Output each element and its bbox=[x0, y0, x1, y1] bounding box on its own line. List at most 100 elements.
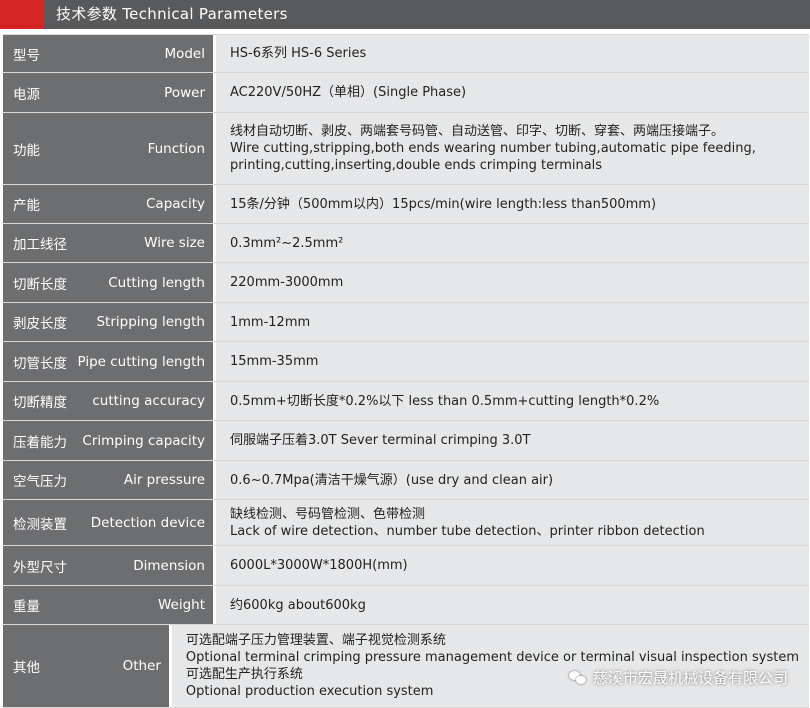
value-line: 6000L*3000W*1800H(mm) bbox=[230, 558, 408, 573]
label-zh: 电源 bbox=[13, 86, 40, 103]
label-zh: 其他 bbox=[13, 660, 40, 676]
row-value: 220mm-3000mm bbox=[216, 263, 809, 302]
label-en: Model bbox=[164, 45, 205, 62]
row-label: 电源 Power bbox=[3, 73, 216, 112]
row-label: 功能 Function bbox=[3, 113, 216, 184]
row-label: 切断长度 Cutting length bbox=[3, 263, 216, 302]
value-line: 0.3mm²~2.5mm² bbox=[230, 235, 344, 251]
label-en: Air pressure bbox=[123, 472, 205, 488]
table-row: 其他 Other 可选配端子压力管理装置、端子视觉检测系统 Optional term… bbox=[3, 624, 809, 708]
table-row: 重量 Weight 约600kg about600kg bbox=[3, 585, 809, 624]
row-label: 剥皮长度 Stripping length bbox=[3, 303, 216, 341]
label-en: cutting accuracy bbox=[92, 393, 205, 409]
row-label: 切管长度 Pipe cutting length bbox=[3, 342, 216, 381]
row-label: 加工线径 Wire size bbox=[3, 224, 216, 262]
row-value: 0.6~0.7Mpa(清洁干燥气源）(use dry and clean air… bbox=[216, 461, 809, 499]
label-en: Pipe cutting length bbox=[77, 353, 205, 370]
label-en: Stripping length bbox=[96, 314, 205, 330]
row-value: 线材自动切断、剥皮、两端套号码管、自动送管、印字、切断、穿套、两端压接端子。 Wi… bbox=[216, 113, 809, 184]
row-label: 压着能力 Crimping capacity bbox=[3, 421, 216, 460]
value-line: Wire cutting,stripping,both ends wearing… bbox=[230, 141, 756, 156]
row-value: AC220V/50HZ（单相）(Single Phase) bbox=[216, 73, 809, 112]
table-row: 剥皮长度 Stripping length 1mm-12mm bbox=[3, 302, 809, 341]
value-line: 线材自动切断、剥皮、两端套号码管、自动送管、印字、切断、穿套、两端压接端子。 bbox=[230, 124, 725, 139]
table-row: 功能 Function 线材自动切断、剥皮、两端套号码管、自动送管、印字、切断、穿套… bbox=[3, 112, 809, 184]
label-en: Crimping capacity bbox=[82, 432, 205, 449]
row-value: 0.3mm²~2.5mm² bbox=[216, 224, 809, 262]
label-zh: 切断长度 bbox=[13, 276, 67, 293]
label-en: Function bbox=[147, 140, 205, 157]
label-zh: 切管长度 bbox=[13, 355, 67, 372]
value-line: 约600kg about600kg bbox=[230, 597, 366, 613]
value-line: AC220V/50HZ（单相）(Single Phase) bbox=[230, 85, 467, 100]
label-en: Weight bbox=[157, 597, 205, 613]
label-zh: 压着能力 bbox=[13, 434, 67, 451]
label-en: Cutting length bbox=[108, 274, 205, 291]
value-line: HS-6系列 HS-6 Series bbox=[230, 46, 367, 61]
parameters-table: 型号 Model HS-6系列 HS-6 Series 电源 Power AC220V/5… bbox=[3, 34, 809, 708]
value-line: 缺线检测、号码管检测、色带检测 bbox=[230, 506, 426, 522]
row-label: 型号 Model bbox=[3, 35, 216, 72]
value-line: 15条/分钟（500mm以内）15pcs/min(wire length:les… bbox=[230, 196, 657, 212]
value-line: 1mm-12mm bbox=[230, 314, 311, 330]
table-row: 空气压力 Air pressure 0.6~0.7Mpa(清洁干燥气源）(use d… bbox=[3, 460, 809, 499]
row-value: 伺服端子压着3.0T Sever terminal crimping 3.0T bbox=[216, 421, 809, 460]
label-en: Power bbox=[164, 84, 205, 101]
row-label: 重量 Weight bbox=[3, 586, 216, 624]
value-line: 220mm-3000mm bbox=[230, 275, 344, 290]
row-label: 检测装置 Detection device bbox=[3, 500, 216, 545]
watermark: 慈溪市宏晟机械设备有限公司 bbox=[568, 667, 788, 688]
label-zh: 剥皮长度 bbox=[13, 316, 67, 332]
label-en: Capacity bbox=[146, 196, 205, 212]
watermark-text: 慈溪市宏晟机械设备有限公司 bbox=[592, 669, 788, 687]
value-line: Lack of wire detection、number tube detec… bbox=[230, 523, 705, 539]
label-en: Detection device bbox=[90, 514, 205, 531]
label-zh: 检测装置 bbox=[13, 516, 67, 533]
row-label: 空气压力 Air pressure bbox=[3, 461, 216, 499]
value-line: Optional terminal crimping pressure mana… bbox=[185, 650, 799, 665]
section-title: 技术参数 Technical Parameters bbox=[56, 5, 288, 23]
label-zh: 空气压力 bbox=[13, 474, 67, 490]
table-row: 压着能力 Crimping capacity 伺服端子压着3.0T Sever te… bbox=[3, 420, 809, 460]
row-label: 其他 Other bbox=[3, 625, 172, 707]
table-row: 外型尺寸 Dimension 6000L*3000W*1800H(mm) bbox=[3, 545, 809, 585]
label-en: Other bbox=[122, 658, 161, 674]
row-label: 切断精度 cutting accuracy bbox=[3, 382, 216, 420]
value-line: printing,cutting,inserting,double ends c… bbox=[230, 158, 603, 173]
label-zh: 产能 bbox=[13, 198, 40, 214]
table-row: 切断长度 Cutting length 220mm-3000mm bbox=[3, 262, 809, 302]
row-value: 6000L*3000W*1800H(mm) bbox=[216, 546, 809, 585]
table-row: 加工线径 Wire size 0.3mm²~2.5mm² bbox=[3, 223, 809, 262]
header-accent bbox=[0, 0, 44, 29]
row-label: 外型尺寸 Dimension bbox=[3, 546, 216, 585]
row-value: 1mm-12mm bbox=[216, 303, 809, 341]
label-zh: 外型尺寸 bbox=[13, 559, 67, 576]
row-value: 15mm-35mm bbox=[216, 342, 809, 381]
table-row: 电源 Power AC220V/50HZ（单相）(Single Phase) bbox=[3, 72, 809, 112]
value-line: 伺服端子压着3.0T Sever terminal crimping 3.0T bbox=[230, 433, 531, 448]
row-label: 产能 Capacity bbox=[3, 185, 216, 223]
value-line: 可选配端子压力管理装置、端子视觉检测系统 bbox=[185, 633, 446, 648]
wechat-icon bbox=[568, 670, 587, 685]
label-en: Dimension bbox=[133, 557, 205, 574]
row-value: HS-6系列 HS-6 Series bbox=[216, 35, 809, 72]
label-zh: 重量 bbox=[13, 599, 40, 615]
label-zh: 功能 bbox=[13, 142, 40, 159]
table-row: 切管长度 Pipe cutting length 15mm-35mm bbox=[3, 341, 809, 381]
row-value: 15条/分钟（500mm以内）15pcs/min(wire length:les… bbox=[216, 185, 809, 223]
table-row: 切断精度 cutting accuracy 0.5mm+切断长度*0.2%以下 le… bbox=[3, 381, 809, 420]
value-line: 0.5mm+切断长度*0.2%以下 less than 0.5mm+cuttin… bbox=[230, 393, 660, 409]
section-header: 技术参数 Technical Parameters bbox=[0, 0, 810, 29]
label-zh: 加工线径 bbox=[13, 237, 67, 253]
row-value: 可选配端子压力管理装置、端子视觉检测系统 Optional terminal cr… bbox=[171, 625, 809, 707]
label-zh: 型号 bbox=[13, 47, 40, 64]
row-value: 约600kg about600kg bbox=[216, 586, 809, 624]
value-line: 15mm-35mm bbox=[230, 354, 319, 369]
table-row: 型号 Model HS-6系列 HS-6 Series bbox=[3, 34, 809, 72]
table-row: 产能 Capacity 15条/分钟（500mm以内）15pcs/min(wire … bbox=[3, 184, 809, 223]
row-value: 缺线检测、号码管检测、色带检测 Lack of wire detection、nu… bbox=[216, 500, 809, 545]
value-line: 0.6~0.7Mpa(清洁干燥气源）(use dry and clean air… bbox=[230, 472, 554, 488]
label-zh: 切断精度 bbox=[13, 395, 67, 411]
row-value: 0.5mm+切断长度*0.2%以下 less than 0.5mm+cuttin… bbox=[216, 382, 809, 420]
table-row: 检测装置 Detection device 缺线检测、号码管检测、色带检测 Lack … bbox=[3, 499, 809, 545]
